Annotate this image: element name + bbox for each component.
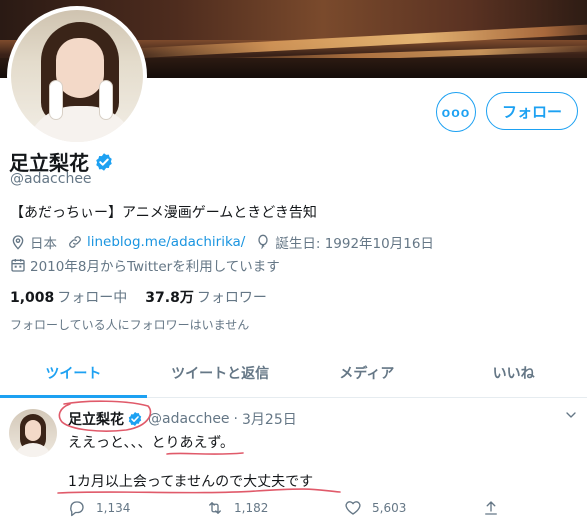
profile-location: 日本 (30, 236, 57, 252)
profile-joined-row: 2010年8月からTwitterを利用しています (10, 255, 280, 275)
followers-label: フォロワー (196, 290, 267, 306)
tweet-text-line: ええっと、、、とりあえず。 (68, 435, 235, 451)
reply-icon (70, 501, 84, 517)
tweet-author-avatar[interactable] (9, 409, 57, 457)
chevron-down-icon[interactable] (563, 407, 579, 423)
follow-button[interactable]: フォロー (486, 92, 578, 130)
following-link[interactable]: 1,008 フォロー中 (10, 287, 127, 307)
like-button[interactable]: 5,603 (344, 499, 482, 517)
location-icon (12, 235, 24, 250)
share-icon (485, 501, 497, 515)
more-options-button[interactable]: ooo (436, 92, 476, 132)
calendar-icon (11, 259, 25, 272)
avatar-face (56, 38, 104, 98)
retweet-button[interactable]: 1,182 (206, 499, 344, 517)
avatar-shoulders (25, 106, 137, 142)
tweet-text-line: 1カ月以上会ってませんので大丈夫です (68, 474, 314, 490)
tab-tweets-and-replies[interactable]: ツイートと返信 (147, 354, 294, 397)
avatar-face (25, 420, 41, 441)
profile-counts: 1,008 フォロー中 37.8万 フォロワー (10, 287, 267, 307)
retweet-count: 1,182 (234, 501, 269, 515)
separator-dot: · (233, 411, 238, 427)
profile-handle: @adacchee (10, 171, 92, 187)
verified-badge-icon (96, 152, 112, 171)
avatar-earring (49, 80, 63, 120)
link-icon (69, 236, 81, 248)
tab-media[interactable]: メディア (294, 354, 441, 397)
tweet-timestamp[interactable]: 3月25日 (242, 409, 297, 429)
share-button[interactable] (482, 499, 510, 517)
profile-meta-row: 日本 lineblog.me/adachirika/ 誕生日: 1992年10月… (10, 232, 434, 252)
heart-icon (345, 501, 361, 515)
tweet-author-name[interactable]: 足立梨花 (68, 409, 124, 429)
followers-link[interactable]: 37.8万 フォロワー (145, 287, 267, 307)
tab-likes[interactable]: いいね (440, 354, 587, 397)
following-count: 1,008 (10, 290, 55, 306)
mutual-followers-note: フォローしている人にフォロワーはいません (10, 318, 250, 332)
profile-url-link[interactable]: lineblog.me/adachirika/ (87, 234, 245, 250)
like-count: 5,603 (372, 501, 407, 515)
profile-joined-date: 2010年8月からTwitterを利用しています (30, 259, 280, 275)
retweet-icon (209, 502, 221, 514)
tab-tweets[interactable]: ツイート (0, 354, 147, 398)
tweet-author-handle[interactable]: @adacchee (148, 411, 230, 427)
avatar-earring (99, 80, 113, 120)
reply-count: 1,134 (96, 501, 131, 515)
profile-bio: 【あだっちぃー】アニメ漫画ゲームときどき告知 (10, 205, 317, 221)
profile-birthday: 誕生日: 1992年10月16日 (275, 236, 434, 252)
reply-button[interactable]: 1,134 (68, 499, 206, 517)
tweet-header: 足立梨花 @adacchee · 3月25日 (68, 409, 297, 429)
verified-badge-icon (128, 412, 142, 426)
birthday-balloon-icon (258, 234, 269, 249)
avatar-shoulders (13, 443, 53, 457)
following-label: フォロー中 (57, 290, 128, 306)
tweet-actions: 1,134 1,182 5,603 (68, 499, 510, 517)
profile-tabs: ツイート ツイートと返信 メディア いいね (0, 354, 587, 398)
tweet-item[interactable]: 足立梨花 @adacchee · 3月25日 ええっと、、、とりあえず。 1カ月… (0, 399, 587, 520)
profile-avatar[interactable] (7, 6, 147, 146)
followers-count: 37.8万 (145, 290, 194, 306)
